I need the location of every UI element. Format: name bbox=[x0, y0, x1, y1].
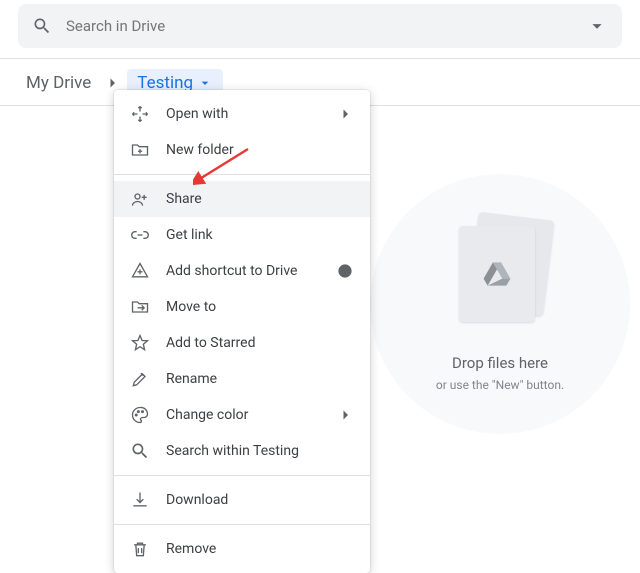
menu-label: Add shortcut to Drive bbox=[166, 263, 297, 279]
menu-label: Open with bbox=[166, 106, 228, 122]
dropdown-icon bbox=[197, 75, 213, 91]
chevron-right-icon bbox=[336, 105, 354, 123]
menu-rename[interactable]: Rename bbox=[114, 361, 370, 397]
chevron-right-icon bbox=[336, 406, 354, 424]
trash-icon bbox=[130, 539, 150, 559]
search-bar[interactable] bbox=[18, 4, 622, 48]
menu-label: New folder bbox=[166, 142, 234, 158]
drive-logo-icon bbox=[483, 261, 511, 287]
drop-subtitle: or use the "New" button. bbox=[436, 378, 564, 392]
menu-label: Move to bbox=[166, 299, 216, 315]
search-icon bbox=[130, 441, 150, 461]
menu-separator bbox=[114, 524, 370, 525]
menu-separator bbox=[114, 174, 370, 175]
drop-circle: Drop files here or use the "New" button. bbox=[370, 174, 630, 434]
new-folder-icon bbox=[130, 140, 150, 160]
move-to-icon bbox=[130, 297, 150, 317]
share-icon bbox=[130, 189, 150, 209]
help-icon[interactable] bbox=[336, 262, 354, 280]
menu-add-starred[interactable]: Add to Starred bbox=[114, 325, 370, 361]
files-illustration bbox=[455, 216, 545, 326]
menu-label: Add to Starred bbox=[166, 335, 255, 351]
download-icon bbox=[130, 490, 150, 510]
search-options-icon[interactable] bbox=[586, 15, 608, 37]
context-menu: Open with New folder Share Get link Add … bbox=[114, 90, 370, 573]
menu-new-folder[interactable]: New folder bbox=[114, 132, 370, 168]
link-icon bbox=[130, 225, 150, 245]
breadcrumb-root[interactable]: My Drive bbox=[20, 69, 97, 97]
menu-label: Search within Testing bbox=[166, 443, 299, 459]
menu-get-link[interactable]: Get link bbox=[114, 217, 370, 253]
search-icon bbox=[32, 16, 52, 36]
drop-title: Drop files here bbox=[452, 354, 548, 372]
menu-add-shortcut[interactable]: Add shortcut to Drive bbox=[114, 253, 370, 289]
menu-label: Get link bbox=[166, 227, 213, 243]
rename-icon bbox=[130, 369, 150, 389]
menu-search-within[interactable]: Search within Testing bbox=[114, 433, 370, 469]
search-input[interactable] bbox=[66, 17, 586, 35]
menu-label: Rename bbox=[166, 371, 217, 387]
open-with-icon bbox=[130, 104, 150, 124]
menu-label: Change color bbox=[166, 407, 248, 423]
menu-move-to[interactable]: Move to bbox=[114, 289, 370, 325]
menu-label: Share bbox=[166, 191, 202, 207]
menu-open-with[interactable]: Open with bbox=[114, 96, 370, 132]
drop-area: Drop files here or use the "New" button. bbox=[370, 134, 630, 474]
palette-icon bbox=[130, 405, 150, 425]
add-shortcut-icon bbox=[130, 261, 150, 281]
menu-download[interactable]: Download bbox=[114, 482, 370, 518]
menu-share[interactable]: Share bbox=[114, 181, 370, 217]
menu-label: Download bbox=[166, 492, 228, 508]
star-icon bbox=[130, 333, 150, 353]
menu-remove[interactable]: Remove bbox=[114, 531, 370, 567]
menu-separator bbox=[114, 475, 370, 476]
menu-change-color[interactable]: Change color bbox=[114, 397, 370, 433]
menu-label: Remove bbox=[166, 541, 216, 557]
